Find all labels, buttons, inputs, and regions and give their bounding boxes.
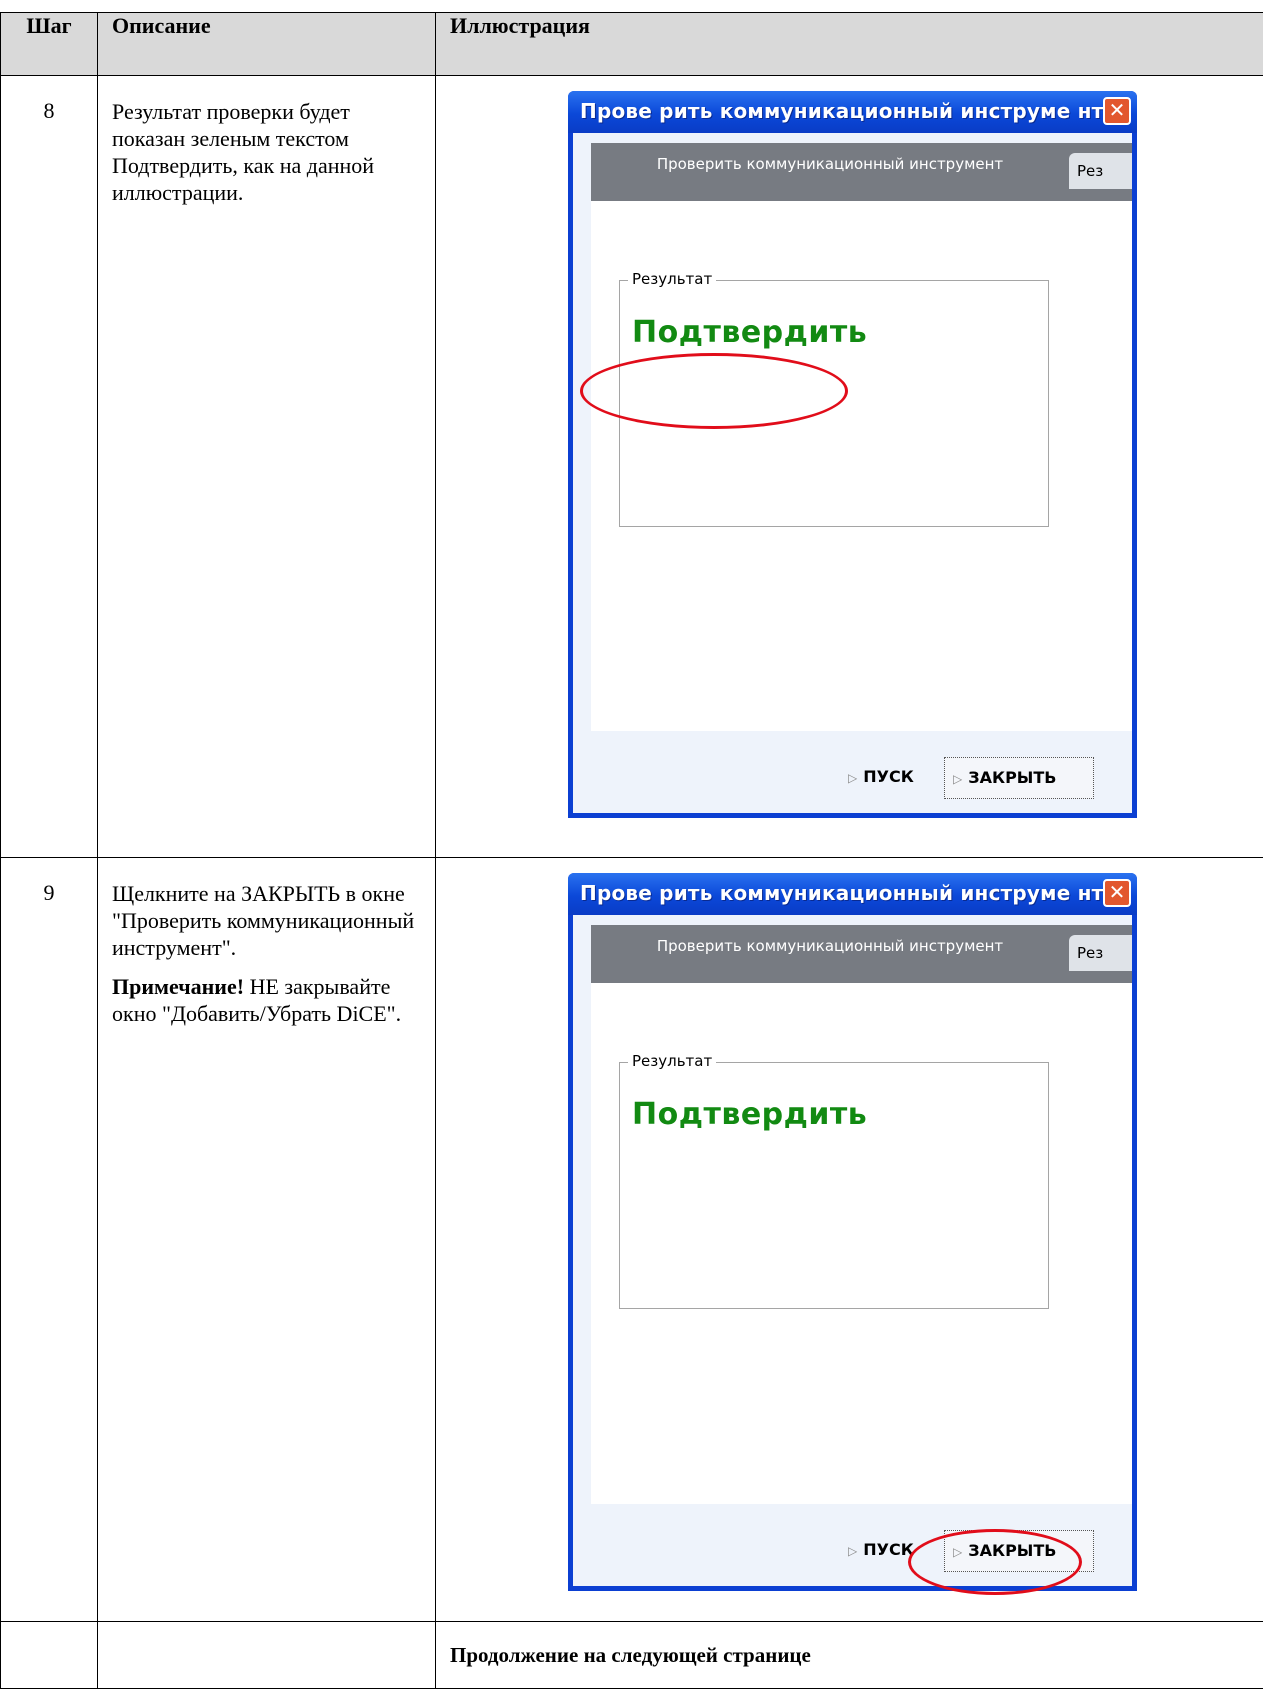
step-description: Результат проверки будет показан зеленым…	[97, 75, 436, 858]
note-paragraph: Примечание! НЕ закрывайте окно "Добавить…	[112, 973, 421, 1027]
result-groupbox: Результат Подтвердить	[619, 1052, 1049, 1309]
window-panel: Проверить коммуникационный инструмент Ре…	[591, 143, 1132, 731]
table-row: 8 Результат проверки будет показан зелен…	[0, 75, 1263, 858]
window-client: Проверить коммуникационный инструмент Ре…	[573, 133, 1132, 813]
check-tool-window: Прове рить коммуникационный инструме нт …	[568, 91, 1137, 818]
tab-strip: Проверить коммуникационный инструмент Ре…	[591, 143, 1132, 201]
start-button[interactable]: ▷ ПУСК	[848, 757, 934, 799]
table-header-row: Шаг Описание Иллюстрация	[0, 12, 1263, 76]
header-illustration: Иллюстрация	[435, 12, 1263, 76]
tab-result[interactable]: Рез	[1069, 153, 1132, 189]
close-button[interactable]: ▷ ЗАКРЫТЬ	[944, 757, 1094, 799]
tab-check-tool[interactable]: Проверить коммуникационный инструмент	[591, 925, 1069, 967]
close-button[interactable]: ▷ ЗАКРЫТЬ	[944, 1530, 1094, 1572]
window-titlebar: Прове рить коммуникационный инструме нт …	[568, 91, 1137, 133]
start-button-label: ПУСК	[863, 1540, 914, 1559]
tab-result[interactable]: Рез	[1069, 935, 1132, 971]
empty-cell	[97, 1621, 436, 1689]
window-title: Прове рить коммуникационный инструме нт	[580, 881, 1104, 905]
start-button[interactable]: ▷ ПУСК	[848, 1530, 934, 1572]
tab-check-tool[interactable]: Проверить коммуникационный инструмент	[591, 143, 1069, 185]
arrow-right-icon: ▷	[953, 772, 963, 786]
check-tool-window: Прове рить коммуникационный инструме нт …	[568, 873, 1137, 1595]
arrow-right-icon: ▷	[848, 1544, 858, 1558]
header-description: Описание	[97, 12, 436, 76]
step-description: Щелкните на ЗАКРЫТЬ в окне "Проверить ко…	[97, 857, 436, 1622]
step-number: 8	[0, 75, 98, 858]
close-button-label: ЗАКРЫТЬ	[968, 768, 1057, 787]
window-client: Проверить коммуникационный инструмент Ре…	[573, 915, 1132, 1586]
description-text: Щелкните на ЗАКРЫТЬ в окне "Проверить ко…	[112, 881, 415, 960]
table-row: 9 Щелкните на ЗАКРЫТЬ в окне "Проверить …	[0, 857, 1263, 1622]
header-step: Шаг	[0, 12, 98, 76]
arrow-right-icon: ▷	[848, 771, 858, 785]
close-x-icon[interactable]: ✕	[1103, 97, 1131, 125]
button-bar: ▷ ПУСК ▷ ЗАКРЫТЬ	[563, 757, 1132, 801]
empty-cell	[0, 1621, 98, 1689]
illustration-cell: Прове рить коммуникационный инструме нт …	[435, 75, 1263, 858]
result-confirm-text: Подтвердить	[632, 1097, 868, 1132]
tab-strip: Проверить коммуникационный инструмент Ре…	[591, 925, 1132, 983]
window-title: Прове рить коммуникационный инструме нт	[580, 99, 1104, 123]
step-number: 9	[0, 857, 98, 1622]
note-label: Примечание!	[112, 974, 245, 999]
button-bar: ▷ ПУСК ▷ ЗАКРЫТЬ	[563, 1530, 1132, 1574]
window-panel: Проверить коммуникационный инструмент Ре…	[591, 925, 1132, 1504]
table-row: Продолжение на следующей странице	[0, 1621, 1263, 1689]
window-titlebar: Прове рить коммуникационный инструме нт …	[568, 873, 1137, 915]
result-group-label: Результат	[628, 1052, 717, 1070]
illustration-cell: Прове рить коммуникационный инструме нт …	[435, 857, 1263, 1622]
close-button-label: ЗАКРЫТЬ	[968, 1541, 1057, 1560]
continuation-note: Продолжение на следующей странице	[435, 1621, 1263, 1689]
start-button-label: ПУСК	[863, 767, 914, 786]
arrow-right-icon: ▷	[953, 1545, 963, 1559]
description-text: Результат проверки будет показан зеленым…	[112, 99, 375, 205]
result-groupbox: Результат Подтвердить	[619, 270, 1049, 527]
close-x-icon[interactable]: ✕	[1103, 879, 1131, 907]
result-group-label: Результат	[628, 270, 717, 288]
steps-table: Шаг Описание Иллюстрация 8 Результат про…	[0, 12, 1263, 1689]
result-confirm-text: Подтвердить	[632, 315, 868, 350]
